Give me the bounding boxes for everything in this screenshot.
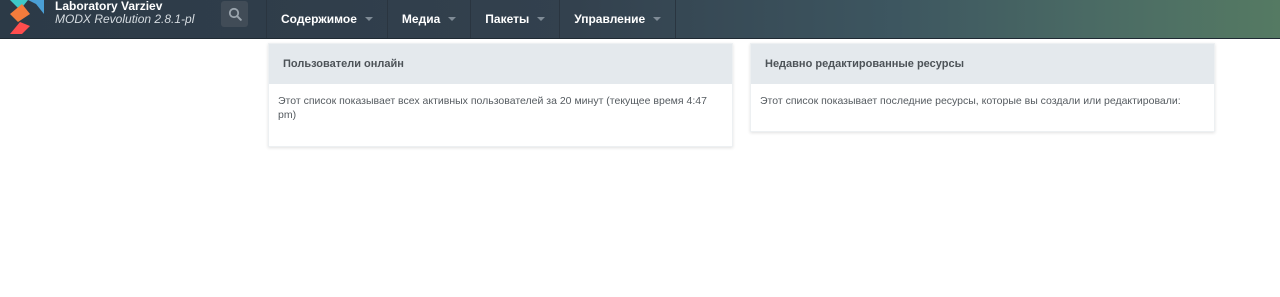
top-navigation-bar: Laboratory Varziev MODX Revolution 2.8.1… [0,0,1280,39]
nav-item-label: Пакеты [485,12,530,26]
site-version: MODX Revolution 2.8.1-pl [55,12,195,26]
nav-item-content[interactable]: Содержимое [267,0,388,38]
widget-title: Недавно редактированные ресурсы [751,44,1214,84]
widget-title: Пользователи онлайн [269,44,732,84]
main-menu: Содержимое Медиа Пакеты Управление [266,0,677,38]
search-button[interactable] [221,1,248,27]
nav-item-label: Медиа [401,12,441,26]
nav-item-label: Управление [574,12,646,26]
widget-description: Этот список показывает всех активных пол… [278,95,707,121]
nav-item-manage[interactable]: Управление [560,0,677,38]
online-users-widget: Пользователи онлайн Этот список показыва… [268,43,733,147]
nav-item-label: Содержимое [281,12,357,26]
search-icon [228,7,242,21]
chevron-down-icon [653,17,662,21]
modx-logo-icon[interactable] [8,0,46,34]
chevron-down-icon [364,17,373,21]
nav-item-media[interactable]: Медиа [388,0,472,38]
widget-description: Этот список показывает последние ресурсы… [760,95,1181,107]
chevron-down-icon [448,17,457,21]
nav-item-packages[interactable]: Пакеты [471,0,561,38]
recent-resources-widget: Недавно редактированные ресурсы Этот спи… [750,43,1215,132]
chevron-down-icon [537,17,546,21]
